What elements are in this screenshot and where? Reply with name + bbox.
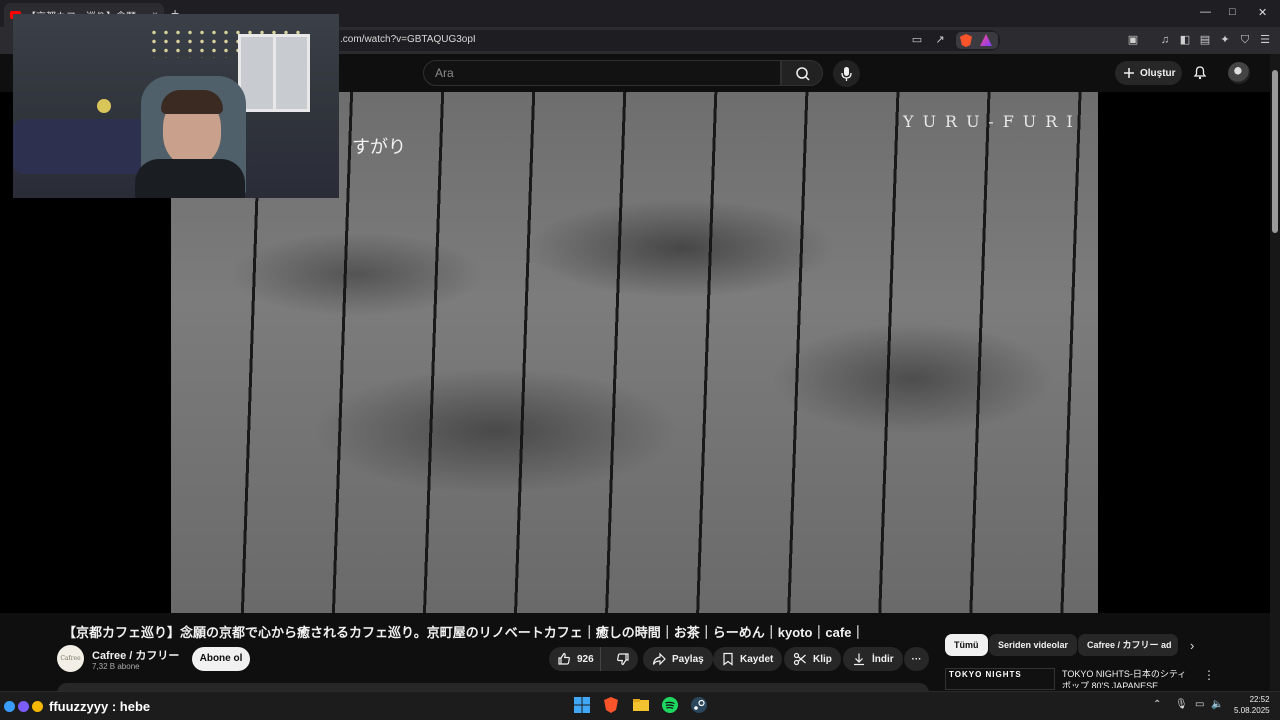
channel-name[interactable]: Cafree / カフリー (92, 647, 179, 663)
maximize-window-button[interactable]: □ (1229, 6, 1236, 18)
steam-icon[interactable] (689, 695, 709, 715)
video-title: 【京都カフェ巡り】念願の京都で心から癒されるカフェ巡り。京町屋のリノベートカフェ… (63, 625, 865, 640)
subscribe-button[interactable]: Abone ol (192, 647, 250, 671)
windows-start-icon[interactable] (572, 695, 592, 715)
voice-search-button[interactable] (833, 60, 860, 87)
search-icon (796, 67, 810, 81)
dislike-button[interactable] (607, 647, 638, 671)
cast-icon[interactable]: ▭ (910, 33, 924, 47)
media-music-icon[interactable]: ♫ (1158, 33, 1172, 47)
chat-badges (4, 701, 43, 712)
download-label: İndir (872, 653, 894, 665)
scissors-icon (793, 652, 806, 666)
thumbs-down-icon (616, 653, 629, 666)
share-page-icon[interactable]: ↗ (933, 33, 947, 47)
bookmark-icon (723, 652, 733, 666)
save-button[interactable]: Kaydet (713, 647, 783, 671)
clip-label: Klip (813, 653, 832, 665)
recommendation-thumbnail-text: TOKYO NIGHTS (949, 670, 1022, 679)
vpn-shield-icon[interactable]: ⛉ (1238, 33, 1252, 47)
clock-time: 22:52 (1249, 695, 1270, 704)
microphone-tray-icon[interactable]: 🎙 (1175, 699, 1188, 710)
page-scrollbar-thumb[interactable] (1272, 70, 1278, 233)
like-dislike-group: 926 (549, 647, 638, 671)
wallet-icon[interactable]: ▤ (1198, 33, 1212, 47)
webcam-overlay (13, 14, 339, 198)
volume-icon[interactable]: 🔈 (1211, 699, 1223, 710)
chat-badge-icon (18, 701, 29, 712)
like-count: 926 (577, 653, 594, 665)
recommendation-thumbnail[interactable]: TOKYO NIGHTS (945, 668, 1055, 690)
browser-menu-icon[interactable]: ☰ (1258, 33, 1272, 47)
video-subtitle-text: すがり (352, 137, 406, 158)
microphone-icon (841, 67, 852, 81)
lamp (97, 99, 111, 113)
create-button-label: Oluştur (1140, 67, 1176, 79)
network-icon[interactable]: ▭ (1195, 699, 1204, 710)
save-label: Kaydet (740, 653, 774, 665)
chip-series-videos[interactable]: Seriden videolar (989, 634, 1078, 656)
chevron-right-icon[interactable]: › (1190, 638, 1194, 653)
clock-date: 5.08.2025 (1234, 706, 1270, 715)
sidebar-toggle-icon[interactable]: ◧ (1178, 33, 1192, 47)
download-button[interactable]: İndir (843, 647, 903, 671)
leo-ai-icon[interactable]: ✦ (1218, 33, 1232, 47)
chat-message: ffuuzzyyy : hebe (49, 699, 151, 714)
channel-avatar[interactable]: Cafree (57, 645, 84, 672)
thumbs-up-icon (558, 652, 570, 665)
share-label: Paylaş (672, 653, 704, 665)
brave-browser-icon[interactable] (601, 695, 621, 715)
spotify-icon[interactable] (660, 695, 680, 715)
share-arrow-icon (652, 652, 666, 666)
subscriber-count: 7,32 B abone (92, 662, 140, 671)
streamer-body (135, 159, 245, 198)
account-avatar[interactable] (1228, 62, 1250, 84)
notifications-bell-icon[interactable] (1192, 64, 1208, 80)
close-window-button[interactable]: ✕ (1258, 6, 1267, 19)
tray-expand-icon[interactable]: ⌃ (1153, 699, 1161, 710)
minimize-window-button[interactable]: — (1200, 6, 1211, 18)
like-button[interactable]: 926 (549, 647, 602, 671)
system-clock[interactable]: 22:52 5.08.2025 (1234, 694, 1270, 716)
chip-all[interactable]: Tümü (945, 634, 988, 656)
more-actions-button[interactable]: ··· (904, 647, 929, 671)
video-brand-watermark: YURU-FURI (903, 112, 1082, 131)
create-button[interactable]: Oluştur (1115, 61, 1182, 85)
chip-channel[interactable]: Cafree / カフリー ad (1078, 634, 1178, 656)
download-icon (854, 653, 864, 666)
chat-badge-icon (32, 701, 43, 712)
more-dots-icon: ··· (911, 653, 922, 665)
room-window (238, 34, 310, 112)
streamer-hair (161, 90, 223, 114)
file-explorer-icon[interactable] (631, 695, 651, 715)
search-input[interactable]: Ara (423, 60, 781, 86)
address-bar-url[interactable]: .com/watch?v=GBTAQUG3opI (340, 34, 476, 45)
recommendation-title[interactable]: TOKYO NIGHTS-日本のシティポップ 80'S JAPANESE (1062, 668, 1192, 688)
chat-badge-icon (4, 701, 15, 712)
sidebar-panel-icon[interactable]: ▣ (1126, 33, 1140, 47)
plus-icon (1124, 68, 1134, 78)
search-button[interactable] (781, 60, 823, 86)
share-button[interactable]: Paylaş (643, 647, 713, 671)
recommendation-menu-icon[interactable]: ⋮ (1203, 668, 1215, 682)
clip-button[interactable]: Klip (784, 647, 841, 671)
